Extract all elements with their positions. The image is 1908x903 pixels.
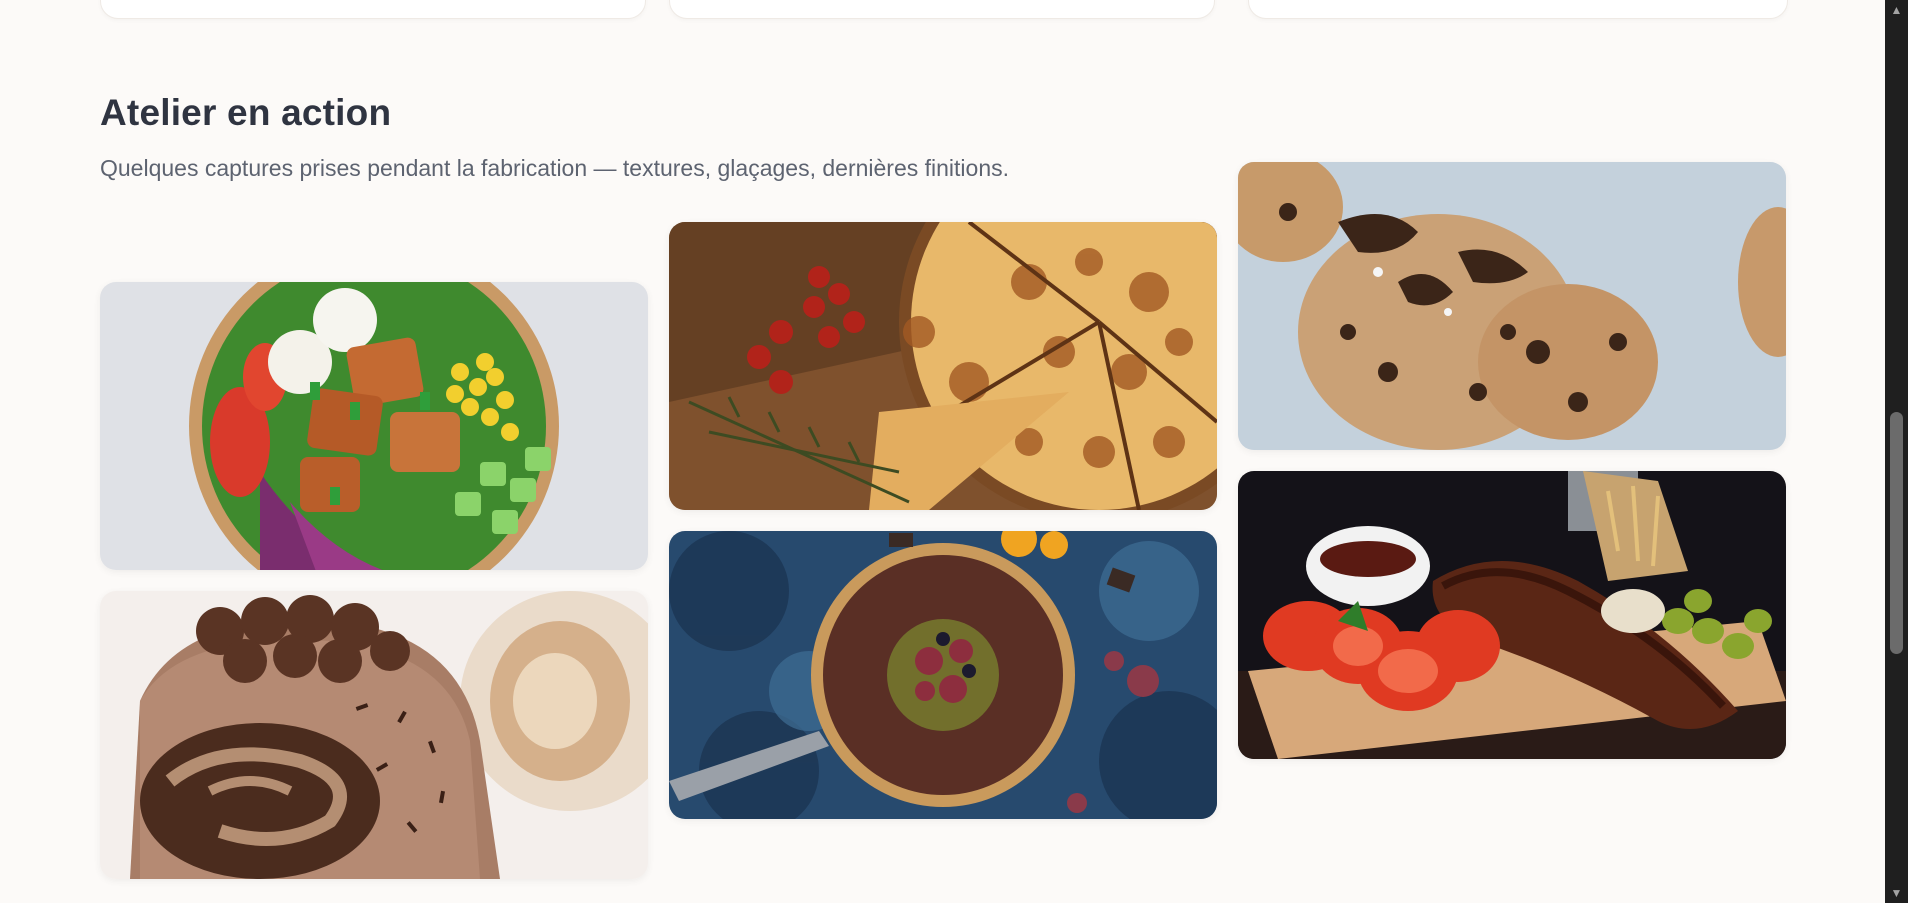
section-title: Atelier en action [100, 92, 392, 133]
previous-section-card [100, 0, 646, 19]
cookies-photo[interactable] [1238, 162, 1786, 450]
chocolate-tart-photo[interactable] [669, 531, 1217, 819]
triangle-down-icon[interactable]: ▼ [1885, 883, 1908, 903]
previous-section-card [1248, 0, 1788, 19]
ribs-board-photo[interactable] [1238, 471, 1786, 759]
buche-cake-photo[interactable] [100, 591, 648, 879]
previous-section-card [669, 0, 1215, 19]
pizza-photo[interactable] [669, 222, 1217, 510]
triangle-up-icon[interactable]: ▲ [1885, 0, 1908, 20]
page-content: Atelier en action Quelques captures pris… [0, 0, 1885, 903]
page-scrollbar[interactable]: ▲ ▼ [1885, 0, 1908, 903]
scrollbar-thumb[interactable] [1890, 412, 1903, 654]
salad-bowl-photo[interactable] [100, 282, 648, 570]
section-subtitle: Quelques captures prises pendant la fabr… [100, 155, 1010, 181]
